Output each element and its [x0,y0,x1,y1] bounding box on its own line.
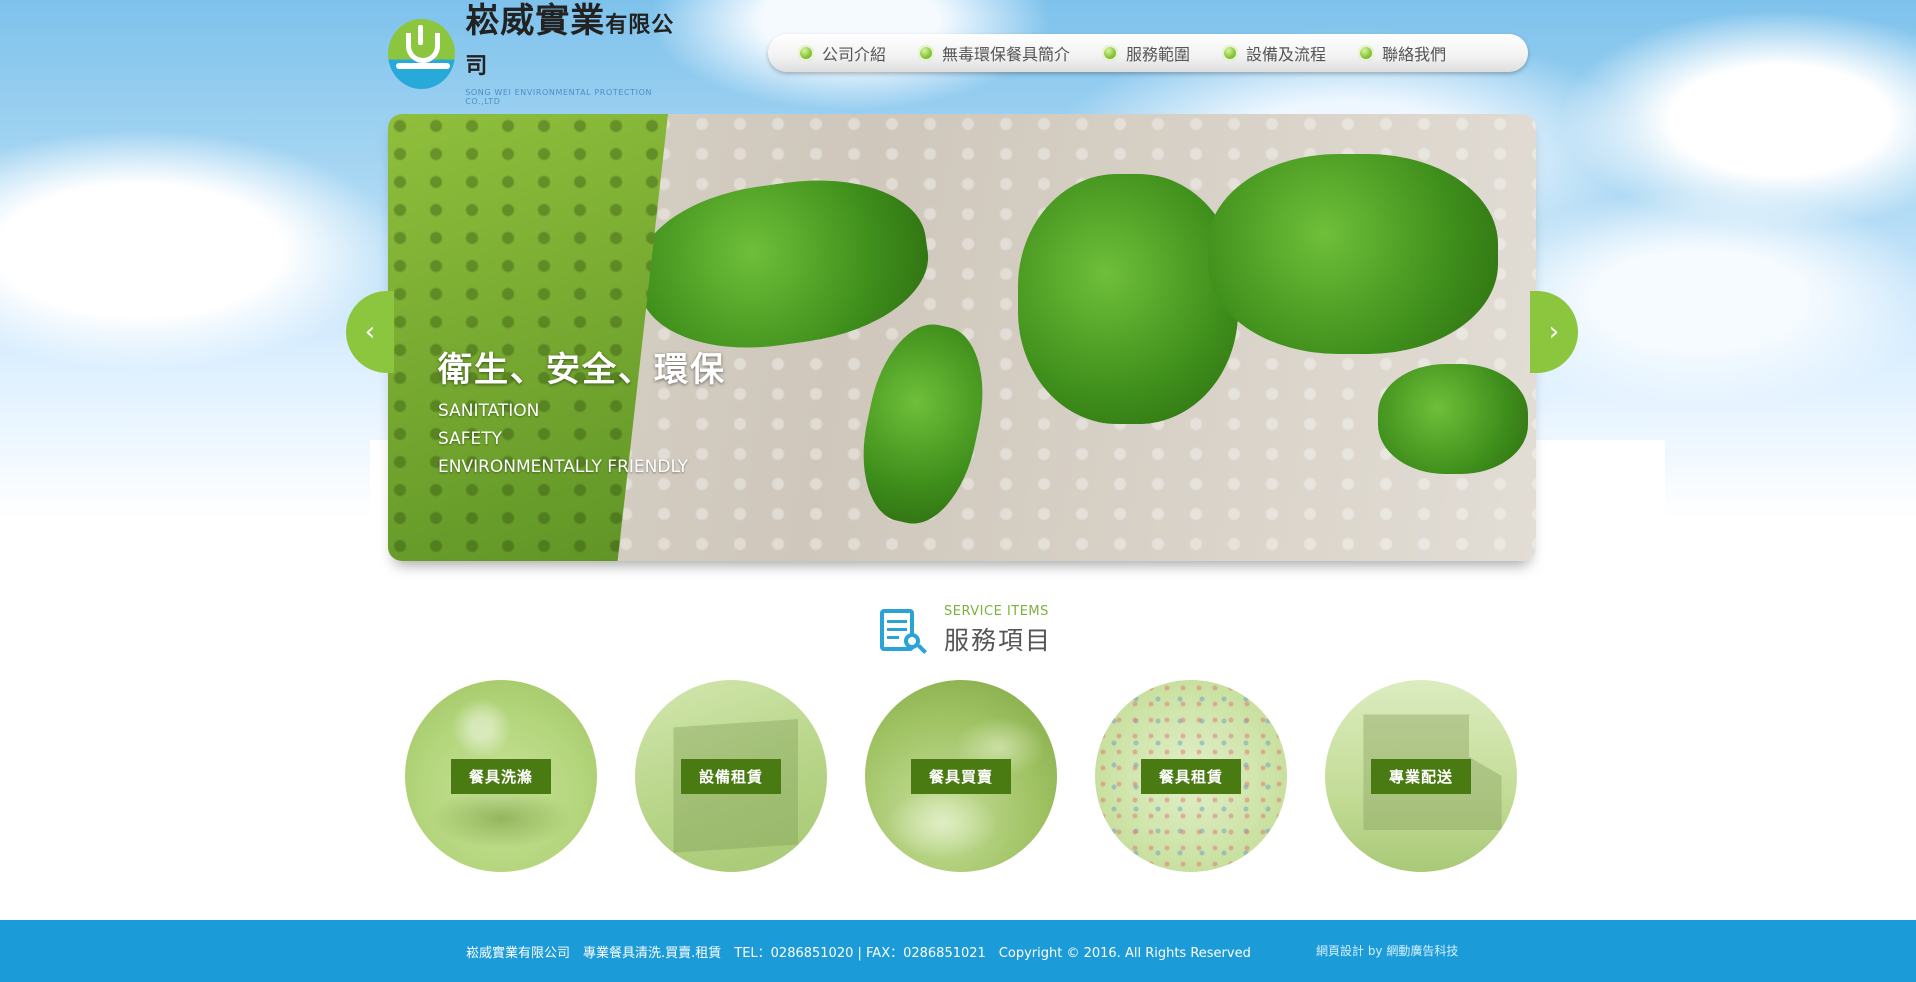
logo-mark-icon [388,19,456,89]
service-item-label: 設備租賃 [680,758,781,794]
chevron-left-icon: ‹ [364,317,376,347]
banner-line-safety: SAFETY [438,429,503,449]
site-footer: 崧威實業有限公司 專業餐具清洗.買賣.租賃 TEL：0286851020 | F… [0,920,1916,982]
banner-title: 衛生、安全、環保 [438,350,726,390]
world-map-continent [1018,174,1238,424]
main-nav: 公司介紹 無毒環保餐具簡介 服務範圍 設備及流程 聯絡我們 [768,34,1528,72]
bullet-dot-icon [1102,45,1119,61]
nav-item-label: 公司介紹 [822,45,887,64]
document-search-icon [876,605,928,657]
logo-subtitle: SONG WEI ENVIRONMENTAL PROTECTION CO.,LT… [465,87,653,106]
world-map-continent [1208,154,1498,354]
service-item-tableware-sales[interactable]: 餐具買賣 [865,680,1057,872]
service-item-washing[interactable]: 餐具洗滌 [405,680,597,872]
service-items-heading: SERVICE ITEMS 服務項目 [876,604,1052,657]
service-items-list: 餐具洗滌 設備租賃 餐具買賣 餐具租賃 專業配送 [405,680,1525,872]
bullet-dot-icon [1358,45,1375,61]
nav-item-equipment[interactable]: 設備及流程 [1222,41,1326,65]
nav-item-label: 設備及流程 [1246,45,1327,64]
nav-item-label: 無毒環保餐具簡介 [942,45,1071,64]
service-item-label: 專業配送 [1370,758,1471,794]
logo-title: 崧威實業有限公司 [465,0,675,79]
hero-banner: 衛生、安全、環保 SANITATION SAFETY ENVIRONMENTAL… [388,114,1536,561]
bullet-dot-icon [918,45,935,61]
service-item-label: 餐具租賃 [1140,758,1241,794]
service-item-label: 餐具買賣 [910,758,1011,794]
service-heading-en: SERVICE ITEMS [944,604,1049,619]
nav-item-label: 聯絡我們 [1382,45,1447,64]
logo-text: 崧威實業有限公司 SONG WEI ENVIRONMENTAL PROTECTI… [465,3,688,106]
nav-item-tableware[interactable]: 無毒環保餐具簡介 [918,41,1070,65]
nav-item-company[interactable]: 公司介紹 [798,41,886,65]
service-item-equipment-rental[interactable]: 設備租賃 [635,680,827,872]
site-logo[interactable]: 崧威實業有限公司 SONG WEI ENVIRONMENTAL PROTECTI… [388,3,688,106]
footer-company-info: 崧威實業有限公司 專業餐具清洗.買賣.租賃 TEL：0286851020 | F… [466,946,1251,961]
bullet-dot-icon [1222,45,1239,61]
chevron-right-icon: › [1548,317,1560,347]
service-item-label: 餐具洗滌 [450,758,551,794]
service-heading-zh: 服務項目 [944,626,1053,655]
service-item-delivery[interactable]: 專業配送 [1325,680,1517,872]
nav-item-services[interactable]: 服務範圍 [1102,41,1190,65]
bullet-dot-icon [798,45,814,61]
nav-item-contact[interactable]: 聯絡我們 [1358,41,1446,65]
world-map-continent [1378,364,1528,474]
banner-caption: 衛生、安全、環保 SANITATION SAFETY ENVIRONMENTAL… [438,342,726,477]
service-heading-text: SERVICE ITEMS 服務項目 [944,604,1052,657]
banner-line-environment: ENVIRONMENTALLY FRIENDLY [438,457,689,477]
nav-item-label: 服務範圍 [1126,45,1191,64]
service-item-tableware-rental[interactable]: 餐具租賃 [1095,680,1287,872]
banner-line-sanitation: SANITATION [438,401,540,421]
footer-design-credit-link[interactable]: 網頁設計 by 網動廣告科技 [1316,942,1458,959]
